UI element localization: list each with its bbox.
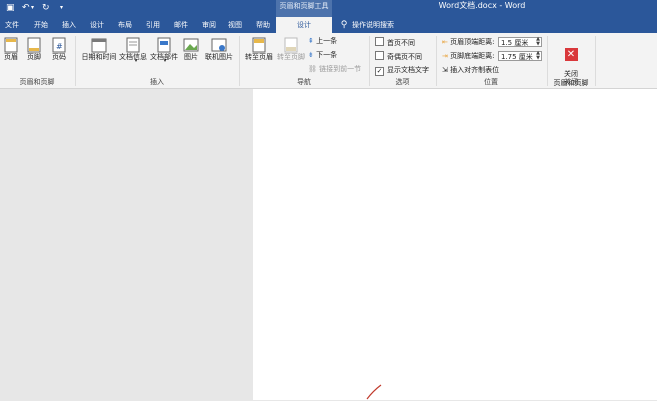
document-info-icon — [126, 37, 140, 53]
tab-layout[interactable]: 布局 — [112, 17, 138, 33]
header-top-distance-input[interactable]: 1.5 厘米 ▲ ▼ — [498, 37, 542, 47]
document-page[interactable] — [253, 89, 657, 400]
goto-footer-icon — [284, 37, 298, 53]
tab-view[interactable]: 视图 — [222, 17, 248, 33]
footer-button[interactable]: 页脚 — [24, 37, 44, 62]
group-separator — [547, 36, 548, 86]
picture-icon — [183, 38, 199, 52]
tab-file[interactable]: 文件 — [0, 17, 24, 33]
date-time-label: 日期和时间 — [81, 53, 117, 61]
document-info-dropdown-icon[interactable]: ▾ — [134, 57, 138, 66]
tab-header-footer-design[interactable]: 设计 — [276, 17, 332, 33]
footer-bottom-distance-input[interactable]: 1.75 厘米 ▲ ▼ — [498, 51, 542, 61]
tab-references[interactable]: 引用 — [140, 17, 166, 33]
tab-insert[interactable]: 插入 — [56, 17, 82, 33]
group-label-options: 选项 — [395, 78, 410, 86]
header-button-label: 页眉 — [4, 53, 18, 61]
link-to-previous-button: ⛓ 链接到前一节 — [308, 65, 362, 73]
header-icon — [4, 37, 18, 53]
close-icon: ✕ — [564, 48, 578, 61]
pictures-label: 图片 — [184, 53, 198, 61]
tab-home[interactable]: 开始 — [28, 17, 54, 33]
goto-footer-button: 转至页脚 — [275, 37, 307, 62]
quick-parts-icon — [157, 37, 171, 53]
next-icon: ⇟ — [308, 51, 314, 59]
contextual-tool-label: 页眉和页脚工具 — [276, 0, 332, 17]
footer-bottom-distance-label: ⇥ 页脚底端距离: — [442, 52, 495, 60]
save-icon[interactable]: ▣ — [6, 2, 15, 14]
page-number-button-label: 页码 — [52, 53, 66, 61]
footer-button-label: 页脚 — [27, 53, 41, 61]
header-top-distance-label: ⇤ 页眉顶端距离: — [442, 38, 495, 46]
previous-icon: ⇞ — [308, 37, 314, 45]
show-document-text-checkbox[interactable]: ✓ 显示文档文字 — [375, 65, 429, 76]
cursor-mark — [366, 384, 382, 400]
group-label-insert: 插入 — [150, 78, 164, 86]
footer-position-icon: ⇥ — [442, 52, 448, 60]
lightbulb-icon: ⚲ — [340, 20, 348, 30]
page-number-button[interactable]: # 页码 — [48, 37, 70, 62]
group-label-header-footer: 页眉和页脚 — [19, 78, 55, 86]
undo-icon[interactable]: ↶ — [22, 2, 30, 14]
header-position-icon: ⇤ — [442, 38, 448, 46]
tab-mailings[interactable]: 邮件 — [168, 17, 194, 33]
tab-design[interactable]: 设计 — [84, 17, 110, 33]
undo-dropdown-icon[interactable]: ▾ — [31, 2, 34, 14]
goto-footer-label: 转至页脚 — [277, 53, 305, 61]
page-number-icon: # — [52, 37, 66, 53]
ribbon: 页眉 页脚 # 页码 页眉和页脚 日期和时间 文档信息 文档部件 图片 联机图片… — [0, 33, 657, 89]
checkbox-icon — [375, 37, 384, 46]
document-title: Word文档.docx - Word — [438, 1, 526, 10]
customize-qat-icon[interactable]: ▾ — [60, 2, 63, 14]
group-label-position: 位置 — [484, 78, 498, 86]
header-button[interactable]: 页眉 — [1, 37, 21, 62]
goto-header-button[interactable]: 转至页眉 — [243, 37, 275, 62]
checkbox-icon — [375, 51, 384, 60]
group-separator — [595, 36, 596, 86]
title-bar: ▣ ↶ ▾ ↻ ▾ 页眉和页脚工具 Word文档.docx - Word — [0, 0, 657, 17]
online-picture-icon — [211, 38, 227, 52]
alignment-tab-icon: ⇲ — [442, 66, 448, 74]
calendar-icon — [91, 38, 107, 53]
link-icon: ⛓ — [308, 65, 317, 73]
group-separator — [75, 36, 76, 86]
spinner-arrows-icon[interactable]: ▲ ▼ — [536, 51, 540, 61]
insert-alignment-tab-button[interactable]: ⇲ 插入对齐制表位 — [442, 65, 499, 75]
goto-header-label: 转至页眉 — [245, 53, 273, 61]
goto-header-icon — [252, 37, 266, 53]
tell-me-search[interactable]: 操作说明搜索 — [352, 17, 412, 33]
checkbox-checked-icon: ✓ — [375, 67, 384, 76]
date-time-button[interactable]: 日期和时间 — [80, 37, 118, 62]
footer-icon — [27, 37, 41, 53]
online-pictures-button[interactable]: 联机图片 — [203, 37, 235, 62]
online-pictures-label: 联机图片 — [205, 53, 233, 61]
spinner-arrows-icon[interactable]: ▲ ▼ — [536, 37, 540, 47]
group-label-close: 关闭 — [564, 78, 578, 86]
document-info-label: 文档信息 — [119, 53, 147, 61]
pictures-button[interactable]: 图片 — [181, 37, 201, 62]
different-first-page-checkbox[interactable]: 首页不同 — [375, 37, 415, 48]
different-odd-even-checkbox[interactable]: 奇偶页不同 — [375, 51, 422, 62]
group-label-navigation: 导航 — [297, 78, 311, 86]
document-info-button[interactable]: 文档信息 — [118, 37, 148, 62]
tab-help[interactable]: 帮助 — [250, 17, 276, 33]
previous-button[interactable]: ⇞ 上一条 — [308, 36, 337, 46]
svg-text:#: # — [56, 42, 63, 51]
quick-parts-dropdown-icon[interactable]: ▾ — [163, 57, 167, 66]
ribbon-tabs: 文件 开始 插入 设计 布局 引用 邮件 审阅 视图 帮助 设计 ⚲ 操作说明搜… — [0, 17, 657, 33]
tab-review[interactable]: 审阅 — [196, 17, 222, 33]
redo-icon[interactable]: ↻ — [42, 2, 50, 14]
next-button[interactable]: ⇟ 下一条 — [308, 50, 337, 60]
